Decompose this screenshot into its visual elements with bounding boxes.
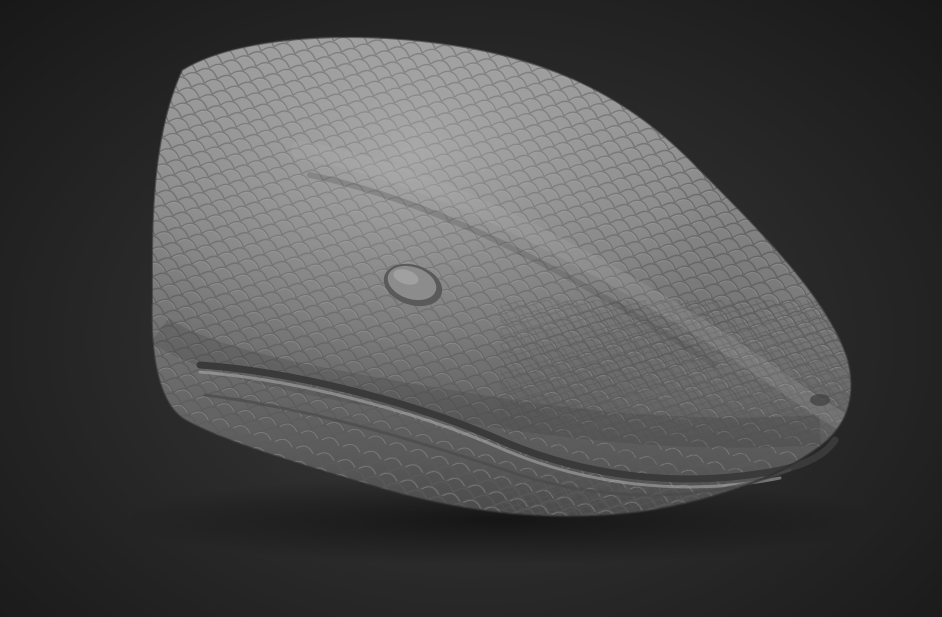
scale-texture-icon	[151, 37, 852, 517]
sculpt-canvas[interactable]	[0, 0, 942, 617]
sculpt-viewport[interactable]	[0, 0, 942, 617]
snake-head-sculpt-icon[interactable]	[140, 30, 860, 530]
nostril-icon	[810, 394, 830, 406]
